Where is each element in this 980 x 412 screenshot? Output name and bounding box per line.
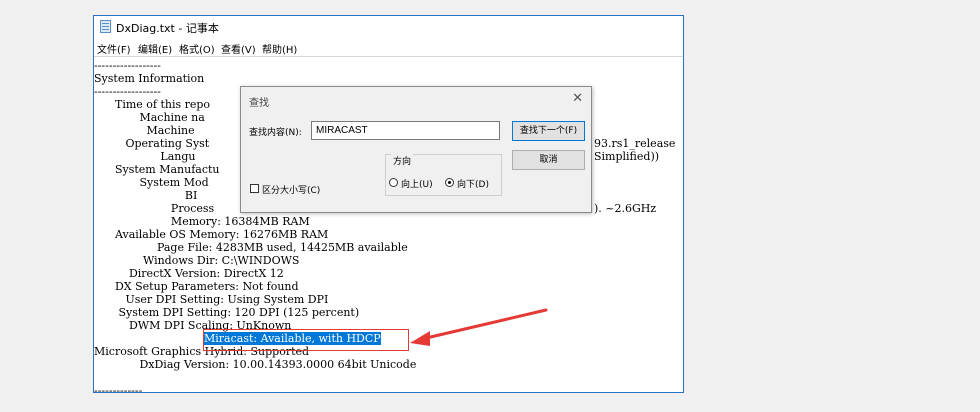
annotation-highlight-box <box>203 329 409 351</box>
menu-help[interactable]: 帮助(H) <box>262 41 297 56</box>
window-title: DxDiag.txt - 记事本 <box>116 22 219 35</box>
notepad-icon <box>100 20 111 33</box>
text-line: Page File: 4283MB used, 14425MB availabl… <box>94 241 408 254</box>
annotation-arrow-icon <box>410 308 548 346</box>
text-line: Machine <box>94 124 195 137</box>
text-line: Operating Syst <box>94 137 210 150</box>
menu-bar: 文件(F) 编辑(E) 格式(O) 查看(V) 帮助(H) <box>94 39 683 56</box>
find-next-button[interactable]: 查找下一个(F) <box>512 121 585 141</box>
direction-down-radio[interactable] <box>445 178 454 187</box>
find-dialog-title: 查找 <box>249 98 269 109</box>
text-line: BI <box>94 189 198 202</box>
menu-format[interactable]: 格式(O) <box>179 41 215 56</box>
menu-edit[interactable]: 编辑(E) <box>138 41 172 56</box>
find-what-input[interactable]: MIRACAST <box>311 121 500 140</box>
direction-label: 方向 <box>391 154 414 167</box>
text-line: DirectX Version: DirectX 12 <box>94 267 284 280</box>
text-line: User DPI Setting: Using System DPI <box>94 293 329 306</box>
text-line: Windows Dir: C:\WINDOWS <box>94 254 300 267</box>
text-line: System Manufactu <box>94 163 220 176</box>
text-line: Machine na <box>94 111 205 124</box>
direction-up-radio[interactable] <box>389 178 398 187</box>
find-what-label: 查找内容(N): <box>249 128 302 138</box>
text-fragment: Simplified)) <box>594 150 660 163</box>
menu-file[interactable]: 文件(F) <box>97 41 131 56</box>
direction-down-label: 向下(D) <box>457 180 489 190</box>
text-line: DX Setup Parameters: Not found <box>94 280 299 293</box>
close-icon[interactable]: ✕ <box>572 91 583 106</box>
menu-view[interactable]: 查看(V) <box>221 41 256 56</box>
text-line: ------------- <box>94 384 143 393</box>
text-fragment: 93.rs1_release <box>594 137 676 150</box>
text-line: System DPI Setting: 120 DPI (125 percent… <box>94 306 360 319</box>
text-line: ------------------ <box>94 59 161 72</box>
text-line: Available OS Memory: 16276MB RAM <box>94 228 329 241</box>
direction-up-label: 向上(U) <box>401 180 433 190</box>
title-bar: DxDiag.txt - 记事本 <box>94 16 683 38</box>
text-line: System Mod <box>94 176 209 189</box>
text-line: Process <box>94 202 215 215</box>
text-line: Time of this repo <box>94 98 211 111</box>
text-line: DxDiag Version: 10.00.14393.0000 64bit U… <box>94 358 417 371</box>
match-case-label: 区分大小写(C) <box>262 186 321 196</box>
text-fragment: ). ~2.6GHz <box>594 202 657 215</box>
text-line: ------------------ <box>94 85 161 98</box>
text-line: Langu <box>94 150 196 163</box>
text-line: System Information <box>94 72 205 85</box>
find-dialog: 查找 ✕ 查找内容(N): MIRACAST 查找下一个(F) 取消 方向 向上… <box>240 86 592 213</box>
match-case-checkbox[interactable] <box>250 184 259 193</box>
cancel-button[interactable]: 取消 <box>512 150 585 170</box>
text-line: Memory: 16384MB RAM <box>94 215 310 228</box>
